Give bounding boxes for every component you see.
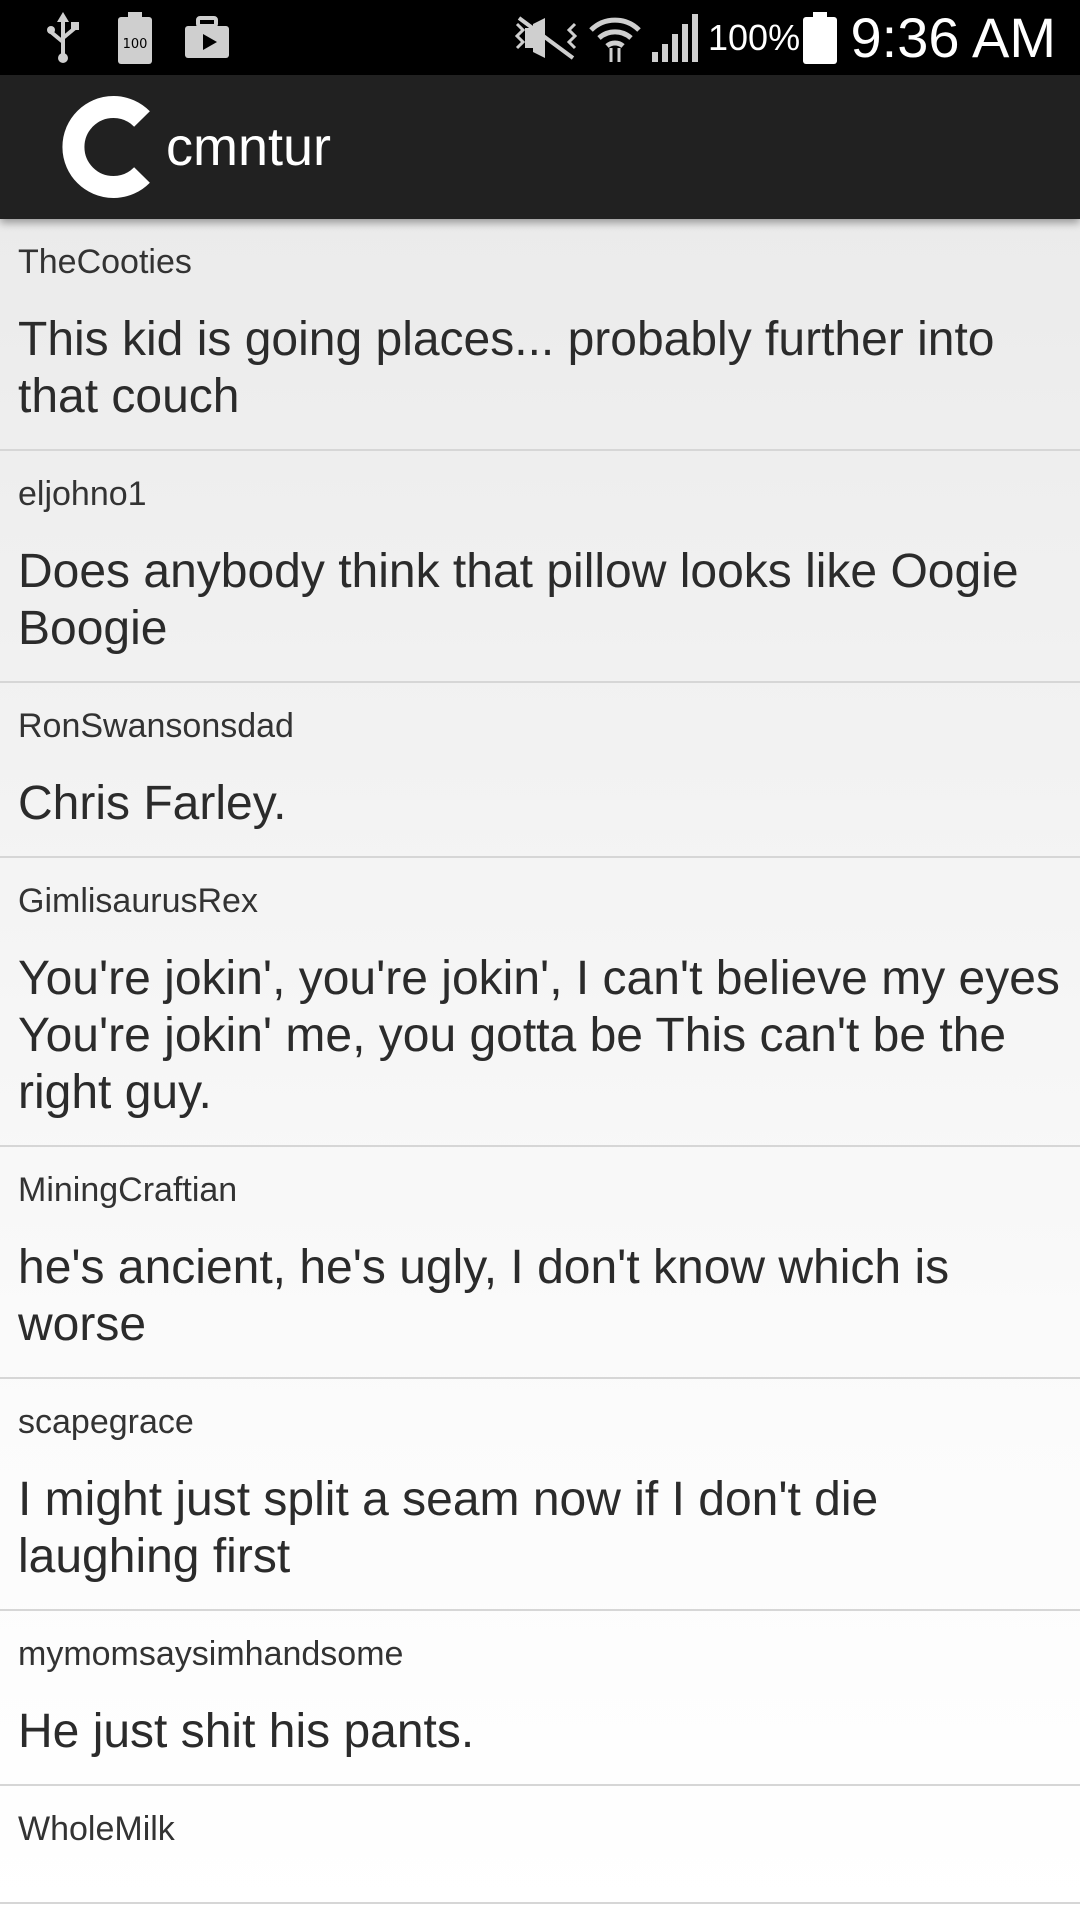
- status-bar: 100 100% 9:36 AM: [0, 0, 1080, 75]
- comment-item[interactable]: WholeMilk: [0, 1786, 1080, 1904]
- mute-icon: [508, 0, 584, 75]
- comment-text: Chris Farley.: [18, 777, 287, 830]
- comment-item[interactable]: eljohno1 Does anybody think that pillow l…: [0, 451, 1080, 683]
- comment-author: scapegrace: [18, 1403, 194, 1441]
- comment-author: mymomsaysimhandsome: [18, 1635, 404, 1673]
- comment-text: This kid is going places... probably fur…: [18, 313, 995, 423]
- comment-list[interactable]: TheCooties This kid is going places... pr…: [0, 219, 1080, 1920]
- wifi-icon: [588, 0, 642, 75]
- comment-item[interactable]: scapegrace I might just split a seam now …: [0, 1379, 1080, 1611]
- comment-text: he's ancient, he's ugly, I don't know wh…: [18, 1241, 950, 1351]
- battery-100-icon: 100: [114, 0, 156, 75]
- comment-author: GimlisaurusRex: [18, 882, 258, 920]
- battery-percent: 100%: [708, 17, 801, 58]
- usb-icon: [38, 0, 88, 75]
- app-title: cmntur: [166, 117, 332, 177]
- comment-item[interactable]: mymomsaysimhandsome He just shit his pant…: [0, 1611, 1080, 1786]
- comment-item[interactable]: TheCooties This kid is going places... pr…: [0, 219, 1080, 451]
- comment-author: RonSwansonsdad: [18, 707, 294, 745]
- app-logo-icon[interactable]: [62, 95, 162, 199]
- comment-author: TheCooties: [18, 243, 192, 281]
- comment-author: WholeMilk: [18, 1810, 175, 1848]
- app-bar: cmntur: [0, 75, 1080, 219]
- comment-text: You're jokin', you're jokin', I can't be…: [18, 952, 1060, 1119]
- comment-item[interactable]: RonSwansonsdad Chris Farley.: [0, 683, 1080, 858]
- comment-text: He just shit his pants.: [18, 1705, 475, 1758]
- status-clock: 9:36 AM: [850, 6, 1056, 69]
- signal-icon: [648, 0, 704, 75]
- briefcase-play-icon: [180, 0, 234, 75]
- svg-text:100: 100: [123, 37, 148, 52]
- app-screen: 100 100% 9:36 AM cmntur TheCooties This …: [0, 0, 1080, 1920]
- comment-author: eljohno1: [18, 475, 147, 513]
- comment-item[interactable]: GimlisaurusRex You're jokin', you're joki…: [0, 858, 1080, 1147]
- battery-icon: [800, 0, 840, 75]
- comment-item[interactable]: MiningCraftian he's ancient, he's ugly, I…: [0, 1147, 1080, 1379]
- comment-text: I might just split a seam now if I don't…: [18, 1473, 879, 1583]
- comment-text: Does anybody think that pillow looks lik…: [18, 545, 1019, 655]
- comment-author: MiningCraftian: [18, 1171, 238, 1209]
